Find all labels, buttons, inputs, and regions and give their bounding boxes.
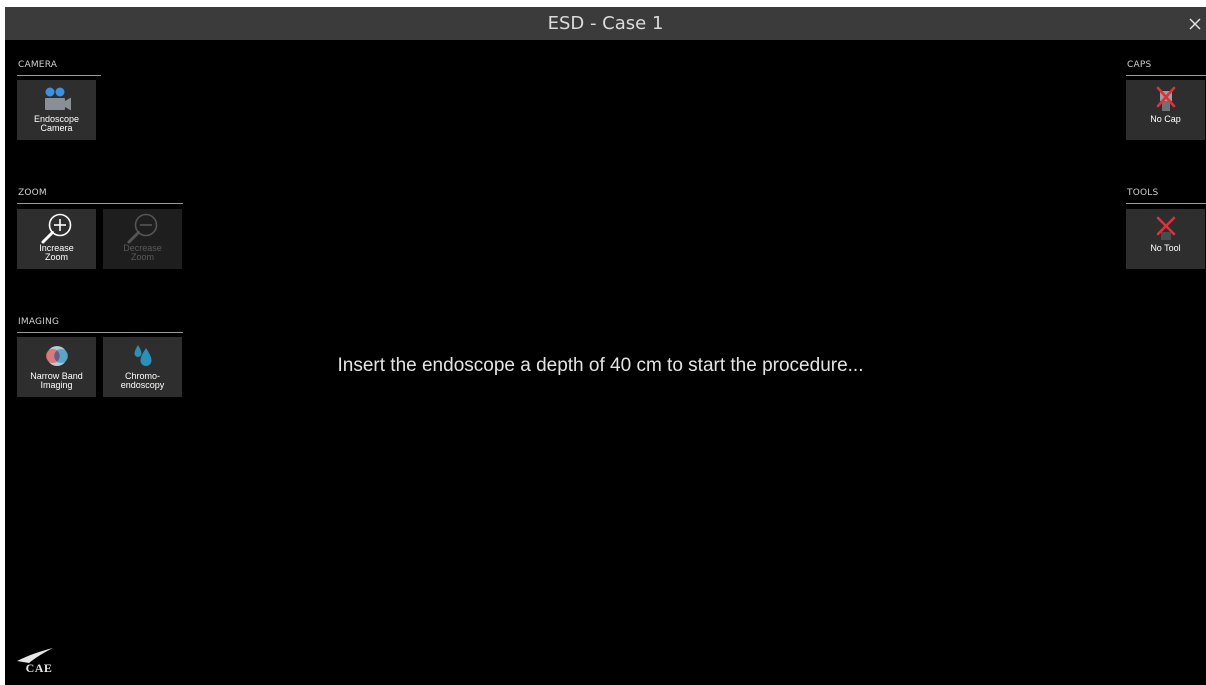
caps-section-divider (1126, 75, 1206, 76)
chromoendoscopy-label: Chromo- endoscopy (120, 371, 165, 390)
increase-zoom-button[interactable]: Increase Zoom (17, 209, 96, 269)
no-cap-icon (1126, 85, 1205, 113)
chromoendoscopy-button[interactable]: Chromo- endoscopy (103, 337, 182, 397)
window-title: ESD - Case 1 (547, 13, 664, 34)
no-tool-button[interactable]: No Tool (1126, 209, 1205, 269)
caps-section-label: CAPS (1127, 60, 1152, 70)
tools-section-label: TOOLS (1127, 188, 1159, 198)
zoom-section-label: ZOOM (18, 188, 47, 198)
tools-section-divider (1126, 203, 1206, 204)
endoscope-camera-button[interactable]: Endoscope Camera (17, 80, 96, 140)
no-tool-icon (1126, 214, 1205, 242)
title-bar: ESD - Case 1 (5, 7, 1206, 40)
video-camera-icon (17, 85, 96, 113)
camera-section-divider (17, 75, 101, 76)
app-window: ESD - Case 1 CAMERA Endoscope Camera ZOO… (5, 7, 1206, 685)
close-icon (1189, 18, 1201, 29)
instruction-message: Insert the endoscope a depth of 40 cm to… (337, 355, 864, 376)
zoom-in-icon (17, 213, 96, 244)
camera-section-label: CAMERA (18, 60, 58, 70)
no-cap-button[interactable]: No Cap (1126, 80, 1205, 140)
narrow-band-imaging-button[interactable]: Narrow Band Imaging (17, 337, 96, 397)
cae-logo: CAE (15, 641, 65, 675)
decrease-zoom-label: Decrease Zoom (123, 243, 162, 262)
increase-zoom-label: Increase Zoom (39, 243, 74, 262)
narrow-band-imaging-label: Narrow Band Imaging (30, 371, 83, 390)
zoom-out-icon (103, 213, 182, 244)
zoom-section-divider (17, 203, 183, 204)
dye-drops-icon (103, 342, 182, 370)
imaging-section-divider (17, 332, 183, 333)
no-tool-label: No Tool (1150, 243, 1181, 253)
endoscope-camera-label: Endoscope Camera (33, 114, 80, 133)
cae-logo-text: CAE (26, 661, 53, 675)
close-button[interactable] (1184, 7, 1206, 40)
imaging-section-label: IMAGING (18, 317, 60, 327)
narrow-band-imaging-icon (17, 342, 96, 370)
no-cap-label: No Cap (1150, 114, 1181, 124)
decrease-zoom-button[interactable]: Decrease Zoom (103, 209, 182, 269)
